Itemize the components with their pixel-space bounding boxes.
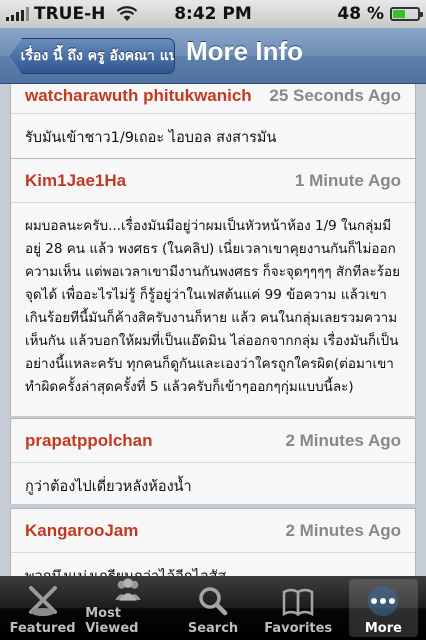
battery-percent: 48 %: [337, 4, 384, 24]
comment-time: 25 Seconds Ago: [269, 85, 401, 105]
tab-favorites[interactable]: Favorites: [256, 576, 341, 640]
page-title: More Info: [186, 36, 303, 66]
comment-time: 1 Minute Ago: [294, 170, 401, 190]
more-icon: [368, 586, 399, 616]
comment-text: กูว่าต้องไปเดี่ยวหลังห้องน้ำ: [25, 479, 192, 495]
back-button[interactable]: เรื่อง นี้ ถึง ครู อังคณา แน่: [10, 38, 175, 74]
tab-label: Featured: [9, 621, 76, 636]
comment-author[interactable]: KangarooJam: [25, 521, 138, 541]
tab-bar: Featured Most Viewed Search Favorites Mo…: [0, 576, 426, 640]
comment-author[interactable]: watcharawuth phitukwanich: [25, 86, 252, 106]
tab-featured[interactable]: Featured: [0, 576, 85, 640]
users-icon: [115, 578, 141, 601]
comment-header: watcharawuth phitukwanich 25 Seconds Ago: [11, 84, 415, 114]
comment-item: KangarooJam 2 Minutes Ago พวกมึงแม่งเกรี…: [10, 508, 416, 576]
comment-time: 2 Minutes Ago: [285, 430, 401, 450]
comment-time: 2 Minutes Ago: [285, 520, 401, 540]
battery-status: 48 %: [337, 4, 423, 24]
comment-header: KangarooJam 2 Minutes Ago: [11, 509, 415, 553]
tab-more[interactable]: More: [341, 576, 426, 640]
search-icon: [199, 587, 228, 616]
tab-label: Most Viewed: [85, 606, 139, 636]
status-bar: TRUE-H 8:42 PM 48 %: [0, 0, 426, 28]
tab-label: Favorites: [264, 621, 333, 636]
featured-icon: [28, 586, 57, 616]
battery-fill: [393, 10, 405, 18]
comment-author[interactable]: prapatppolchan: [25, 431, 153, 451]
comment-header: prapatppolchan 2 Minutes Ago: [11, 419, 415, 463]
comment-text: พวกมึงแม่งเกรียนกว่าไอ้อีกไอสัส: [11, 553, 415, 576]
comment-list[interactable]: watcharawuth phitukwanich 25 Seconds Ago…: [0, 84, 426, 576]
tab-label: More: [364, 621, 402, 636]
tab-most-viewed[interactable]: Most Viewed: [85, 576, 170, 640]
navigation-bar: เรื่อง นี้ ถึง ครู อังคณา แน่ More Info: [0, 28, 426, 84]
book-icon: [282, 588, 314, 617]
tab-search[interactable]: Search: [170, 576, 255, 640]
battery-icon: [390, 7, 423, 21]
comment-item: watcharawuth phitukwanich 25 Seconds Ago…: [10, 84, 416, 162]
comment-text: รับมันเข้าชาว1/9เถอะ ไอบอล สงสารมัน: [25, 130, 277, 146]
comment-header: Kim1Jae1Ha 1 Minute Ago: [11, 159, 415, 203]
comment-item: Kim1Jae1Ha 1 Minute Ago ผมบอลนะครับ...เร…: [10, 158, 416, 416]
tab-label: Search: [187, 621, 239, 636]
comment-text: ผมบอลนะครับ...เรื่องมันมีอยู่ว่าผมเป็นหั…: [25, 218, 401, 395]
comment-item: prapatppolchan 2 Minutes Ago กูว่าต้องไป…: [10, 418, 416, 504]
comment-author[interactable]: Kim1Jae1Ha: [25, 171, 126, 191]
